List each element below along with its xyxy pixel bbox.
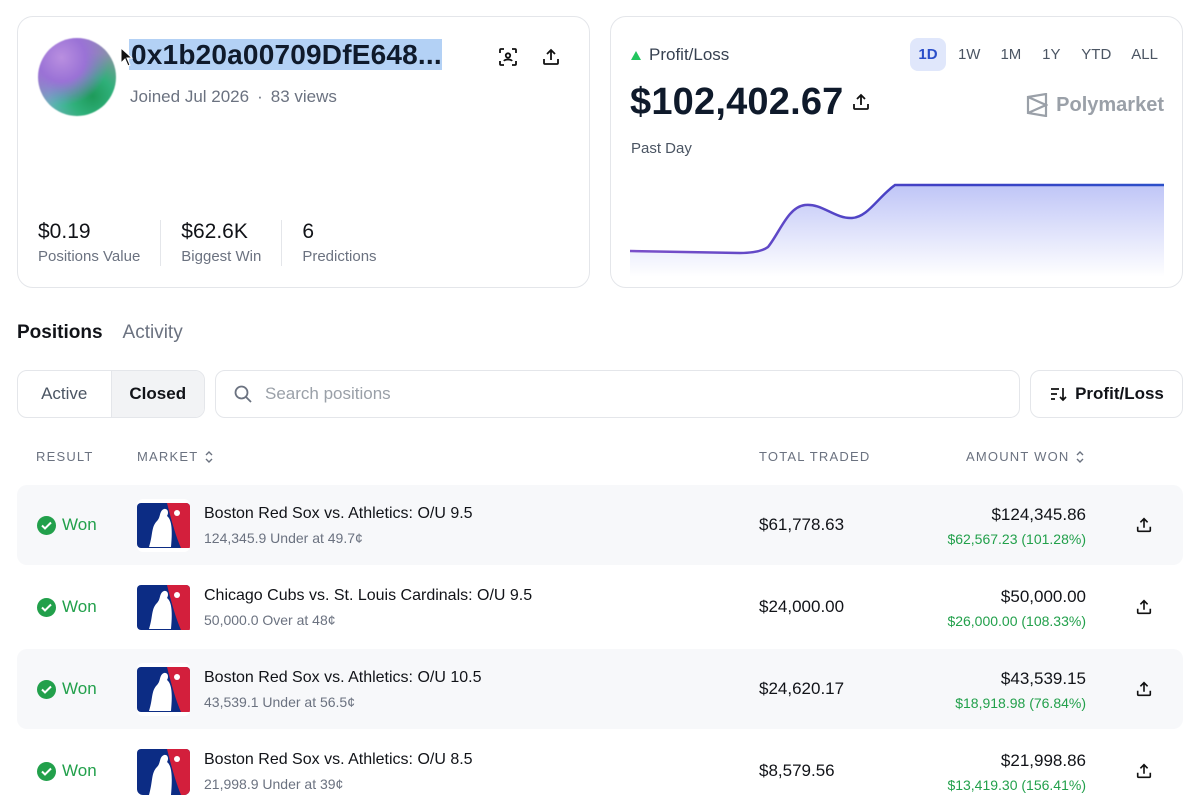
result-badge: Won [37, 679, 97, 699]
header-result: RESULT [36, 449, 94, 464]
view-count: 83 views [270, 87, 337, 106]
share-icon[interactable] [1135, 598, 1153, 621]
sort-toggle-icon [205, 450, 213, 463]
market-title: Boston Red Sox vs. Athletics: O/U 8.5 [204, 751, 473, 768]
total-traded: $61,778.63 [759, 515, 845, 534]
pnl-chart-area [630, 185, 1164, 277]
check-icon [37, 679, 56, 699]
polymarket-logo: Polymarket [1026, 93, 1164, 117]
profile-meta: Joined Jul 2026 · 83 views [130, 87, 337, 106]
search-input[interactable] [265, 384, 965, 404]
total-traded: $8,579.56 [759, 761, 835, 780]
table-row[interactable]: Won Boston Red Sox vs. Athletics: O/U 8.… [17, 731, 1183, 795]
table-row[interactable]: Won Boston Red Sox vs. Athletics: O/U 9.… [17, 485, 1183, 565]
tab-activity[interactable]: Activity [123, 322, 183, 344]
period-label: Past Day [631, 140, 692, 157]
sort-icon [1051, 388, 1067, 402]
polymarket-icon [1027, 93, 1049, 117]
pnl-value: $102,402.67 [630, 81, 844, 123]
share-icon[interactable] [1135, 680, 1153, 703]
total-traded: $24,620.17 [759, 679, 845, 698]
range-1y[interactable]: 1Y [1033, 38, 1069, 71]
market-title: Boston Red Sox vs. Athletics: O/U 10.5 [204, 669, 482, 686]
profile-stats: $0.19 Positions Value $62.6K Biggest Win… [38, 220, 417, 266]
wallet-address[interactable]: 0x1b20a00709DfE648... [129, 39, 442, 75]
market-detail: 21,998.9 Under at 39¢ [204, 776, 344, 792]
tab-positions[interactable]: Positions [17, 322, 103, 344]
range-ytd[interactable]: YTD [1073, 38, 1119, 71]
search-box [215, 370, 1020, 418]
joined-date: Joined Jul 2026 [130, 87, 250, 106]
result-badge: Won [37, 515, 97, 535]
mlb-logo-icon [137, 663, 190, 716]
range-1m[interactable]: 1M [992, 38, 1029, 71]
market-info[interactable]: Boston Red Sox vs. Athletics: O/U 9.5 12… [204, 505, 473, 546]
search-icon [234, 385, 252, 403]
table-row[interactable]: Won Boston Red Sox vs. Athletics: O/U 10… [17, 649, 1183, 729]
trend-up-icon [631, 50, 641, 60]
stat-biggest-win: $62.6K Biggest Win [181, 220, 283, 266]
share-icon[interactable] [1135, 762, 1153, 785]
market-detail: 124,345.9 Under at 49.7¢ [204, 530, 363, 546]
range-1d[interactable]: 1D [909, 38, 946, 71]
market-info[interactable]: Boston Red Sox vs. Athletics: O/U 8.5 21… [204, 751, 473, 792]
header-market[interactable]: MARKET [137, 449, 214, 464]
position-status-toggle: Active Closed [17, 370, 205, 418]
profit-loss-card: Profit/Loss 1D 1W 1M 1Y YTD ALL $102,402… [610, 16, 1183, 288]
amount-won: $43,539.15 $18,918.98 (76.84%) [955, 669, 1086, 711]
avatar[interactable] [38, 38, 116, 116]
qr-scan-icon[interactable] [494, 43, 522, 71]
profile-card: 0x1b20a00709DfE648... Joined Jul 2026 · 83… [17, 16, 590, 288]
market-info[interactable]: Chicago Cubs vs. St. Louis Cardinals: O/… [204, 587, 532, 628]
market-title: Chicago Cubs vs. St. Louis Cardinals: O/… [204, 587, 533, 604]
header-total-traded: TOTAL TRADED [759, 449, 871, 464]
amount-won: $124,345.86 $62,567.23 (101.28%) [947, 505, 1086, 547]
result-badge: Won [37, 761, 97, 781]
mlb-logo-icon [137, 499, 190, 552]
amount-won: $50,000.00 $26,000.00 (108.33%) [947, 587, 1086, 629]
segment-active[interactable]: Active [18, 371, 111, 417]
time-range-selector: 1D 1W 1M 1Y YTD ALL [909, 38, 1166, 71]
market-detail: 50,000.0 Over at 48¢ [204, 612, 336, 628]
amount-won: $21,998.86 $13,419.30 (156.41%) [947, 751, 1086, 793]
check-icon [37, 761, 56, 781]
mouse-cursor-icon [120, 47, 134, 67]
range-all[interactable]: ALL [1123, 38, 1166, 71]
market-detail: 43,539.1 Under at 56.5¢ [204, 694, 356, 710]
stat-predictions: 6 Predictions [302, 220, 377, 265]
range-1w[interactable]: 1W [950, 38, 989, 71]
share-icon[interactable] [851, 92, 871, 117]
profile-tabs: Positions Activity [17, 322, 183, 344]
header-amount-won[interactable]: AMOUNT WON [966, 449, 1085, 464]
total-traded: $24,000.00 [759, 597, 845, 616]
share-icon[interactable] [537, 43, 565, 71]
market-title: Boston Red Sox vs. Athletics: O/U 9.5 [204, 505, 473, 522]
table-row[interactable]: Won Chicago Cubs vs. St. Louis Cardinals… [17, 567, 1183, 647]
pnl-label: Profit/Loss [631, 45, 729, 65]
market-info[interactable]: Boston Red Sox vs. Athletics: O/U 10.5 4… [204, 669, 481, 710]
pnl-chart [630, 183, 1164, 277]
sort-button[interactable]: Profit/Loss [1030, 370, 1183, 418]
segment-closed[interactable]: Closed [110, 371, 204, 417]
mlb-logo-icon [137, 745, 190, 795]
sort-toggle-icon [1076, 450, 1084, 463]
check-icon [37, 515, 56, 535]
share-icon[interactable] [1135, 516, 1153, 539]
result-badge: Won [37, 597, 97, 617]
stat-positions-value: $0.19 Positions Value [38, 220, 162, 266]
mlb-logo-icon [137, 581, 190, 634]
check-icon [37, 597, 56, 617]
